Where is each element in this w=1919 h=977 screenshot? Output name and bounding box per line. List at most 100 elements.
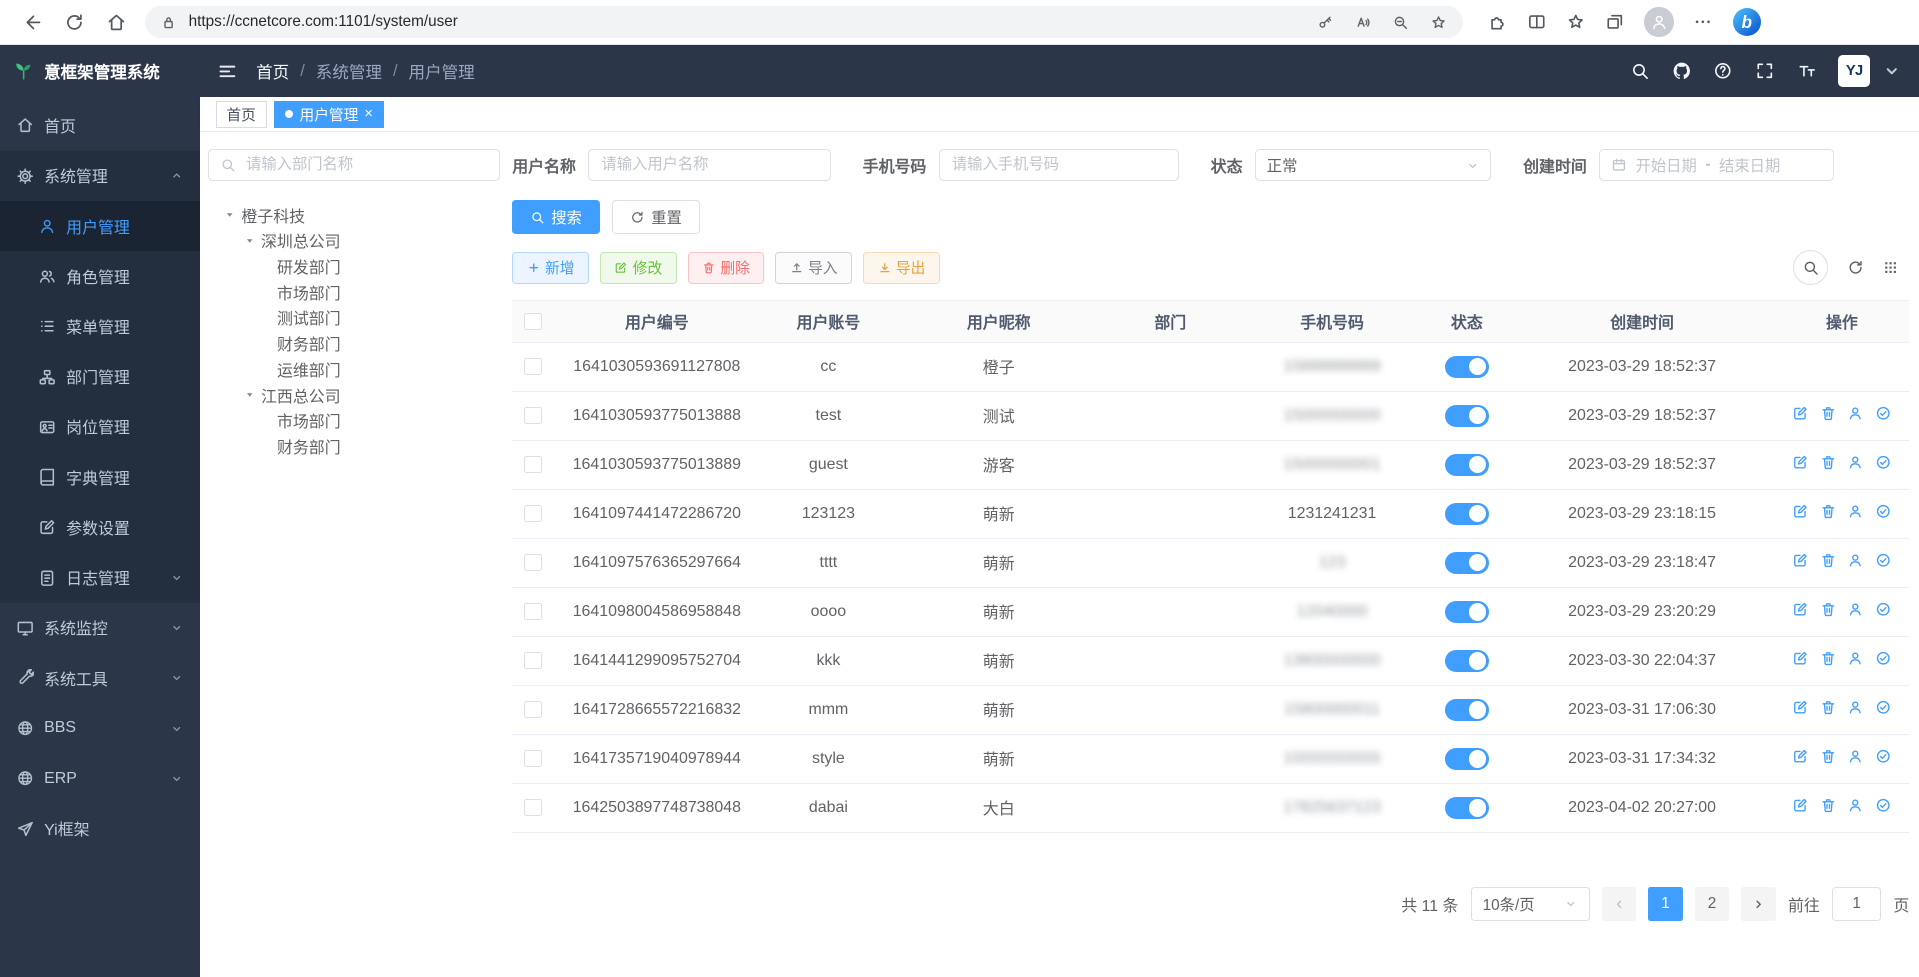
delete-button[interactable]: 删除 <box>688 252 765 284</box>
page-tab[interactable]: 首页 <box>216 101 267 128</box>
reset-password-icon[interactable] <box>1847 503 1864 520</box>
split-screen-icon[interactable] <box>1527 12 1547 32</box>
row-checkbox[interactable] <box>524 750 541 767</box>
delete-icon[interactable] <box>1820 454 1837 471</box>
row-checkbox[interactable] <box>524 456 541 473</box>
status-toggle[interactable] <box>1445 356 1489 378</box>
browser-home-button[interactable] <box>96 4 138 41</box>
edit-icon[interactable] <box>1792 601 1809 618</box>
tree-node[interactable]: 江西总公司 <box>208 382 500 408</box>
prev-page-button[interactable] <box>1602 887 1636 921</box>
tree-node[interactable]: 市场部门 <box>208 408 500 434</box>
export-button[interactable]: 导出 <box>863 252 940 284</box>
fullscreen-icon[interactable] <box>1755 61 1775 81</box>
password-key-icon[interactable] <box>1316 14 1333 31</box>
column-settings-icon[interactable] <box>1882 259 1899 276</box>
sidebar-menu-item[interactable]: 参数设置 <box>0 502 200 552</box>
select-all-checkbox[interactable] <box>524 313 541 330</box>
help-icon[interactable] <box>1713 61 1733 81</box>
reset-password-icon[interactable] <box>1847 552 1864 569</box>
delete-icon[interactable] <box>1820 405 1837 422</box>
sidebar-menu-item[interactable]: 用户管理 <box>0 201 200 251</box>
delete-icon[interactable] <box>1820 650 1837 667</box>
sidebar-menu-item[interactable]: 系统工具 <box>0 653 200 703</box>
tree-node[interactable]: 研发部门 <box>208 254 500 280</box>
sidebar-menu-item[interactable]: Yi框架 <box>0 804 200 854</box>
row-checkbox[interactable] <box>524 701 541 718</box>
assign-role-icon[interactable] <box>1875 552 1892 569</box>
tree-node[interactable]: 深圳总公司 <box>208 228 500 254</box>
sidebar-menu-item[interactable]: 岗位管理 <box>0 402 200 452</box>
delete-icon[interactable] <box>1820 552 1837 569</box>
status-select[interactable]: 正常 <box>1255 149 1492 181</box>
assign-role-icon[interactable] <box>1875 748 1892 765</box>
sidebar-menu-item[interactable]: 角色管理 <box>0 251 200 301</box>
copilot-icon[interactable]: b <box>1733 8 1761 36</box>
row-checkbox[interactable] <box>524 505 541 522</box>
extensions-icon[interactable] <box>1488 12 1508 32</box>
status-toggle[interactable] <box>1445 601 1489 623</box>
import-button[interactable]: 导入 <box>775 252 852 284</box>
delete-icon[interactable] <box>1820 601 1837 618</box>
reset-password-icon[interactable] <box>1847 405 1864 422</box>
reset-button[interactable]: 重置 <box>612 200 700 234</box>
department-search[interactable] <box>208 149 500 181</box>
tree-node[interactable]: 橙子科技 <box>208 202 500 228</box>
read-aloud-icon[interactable] <box>1354 14 1371 31</box>
sidebar-menu-item[interactable]: 系统管理 <box>0 151 200 201</box>
row-checkbox[interactable] <box>524 358 541 375</box>
font-size-icon[interactable] <box>1797 61 1817 81</box>
edit-icon[interactable] <box>1792 748 1809 765</box>
sidebar-menu-item[interactable]: BBS <box>0 703 200 753</box>
sidebar-menu-item[interactable]: ERP <box>0 754 200 804</box>
phone-input[interactable] <box>939 149 1179 181</box>
page-number-button[interactable]: 1 <box>1648 887 1682 921</box>
sidebar-menu-item[interactable]: 系统监控 <box>0 603 200 653</box>
reset-password-icon[interactable] <box>1847 454 1864 471</box>
tree-caret-icon[interactable] <box>223 208 236 221</box>
date-range-picker[interactable]: 开始日期 - 结束日期 <box>1599 149 1834 181</box>
breadcrumb-home[interactable]: 首页 <box>256 59 289 83</box>
edit-icon[interactable] <box>1792 503 1809 520</box>
tree-caret-icon[interactable] <box>243 234 256 247</box>
row-checkbox[interactable] <box>524 554 541 571</box>
delete-icon[interactable] <box>1820 503 1837 520</box>
browser-back-button[interactable] <box>12 4 54 41</box>
assign-role-icon[interactable] <box>1875 699 1892 716</box>
tree-node[interactable]: 财务部门 <box>208 331 500 357</box>
sidebar-menu-item[interactable]: 菜单管理 <box>0 301 200 351</box>
tree-node[interactable]: 运维部门 <box>208 357 500 383</box>
user-avatar[interactable]: YJ <box>1838 55 1870 87</box>
delete-icon[interactable] <box>1820 797 1837 814</box>
sidebar-menu-item[interactable]: 首页 <box>0 100 200 150</box>
favorites-icon[interactable] <box>1566 12 1586 32</box>
edit-icon[interactable] <box>1792 552 1809 569</box>
sidebar-menu-item[interactable]: 字典管理 <box>0 452 200 502</box>
browser-refresh-button[interactable] <box>54 4 96 41</box>
row-checkbox[interactable] <box>524 799 541 816</box>
profile-avatar[interactable] <box>1644 7 1673 36</box>
edit-icon[interactable] <box>1792 454 1809 471</box>
sidebar-toggle-icon[interactable] <box>217 61 238 82</box>
delete-icon[interactable] <box>1820 699 1837 716</box>
reset-password-icon[interactable] <box>1847 797 1864 814</box>
page-size-select[interactable]: 10条/页 <box>1471 887 1590 921</box>
status-toggle[interactable] <box>1445 405 1489 427</box>
sidebar-menu-item[interactable]: 部门管理 <box>0 352 200 402</box>
tree-node[interactable]: 市场部门 <box>208 279 500 305</box>
edit-icon[interactable] <box>1792 699 1809 716</box>
status-toggle[interactable] <box>1445 797 1489 819</box>
add-button[interactable]: 新增 <box>512 252 589 284</box>
status-toggle[interactable] <box>1445 650 1489 672</box>
favorites-star-icon[interactable] <box>1430 14 1447 31</box>
department-search-input[interactable] <box>244 155 488 175</box>
assign-role-icon[interactable] <box>1875 503 1892 520</box>
breadcrumb-system[interactable]: 系统管理 <box>316 59 382 83</box>
page-tab[interactable]: 用户管理 × <box>274 101 384 128</box>
refresh-table-icon[interactable] <box>1847 259 1864 276</box>
search-button[interactable]: 搜索 <box>512 200 600 234</box>
search-icon[interactable] <box>1630 61 1650 81</box>
assign-role-icon[interactable] <box>1875 797 1892 814</box>
assign-role-icon[interactable] <box>1875 601 1892 618</box>
zoom-out-icon[interactable] <box>1392 14 1409 31</box>
